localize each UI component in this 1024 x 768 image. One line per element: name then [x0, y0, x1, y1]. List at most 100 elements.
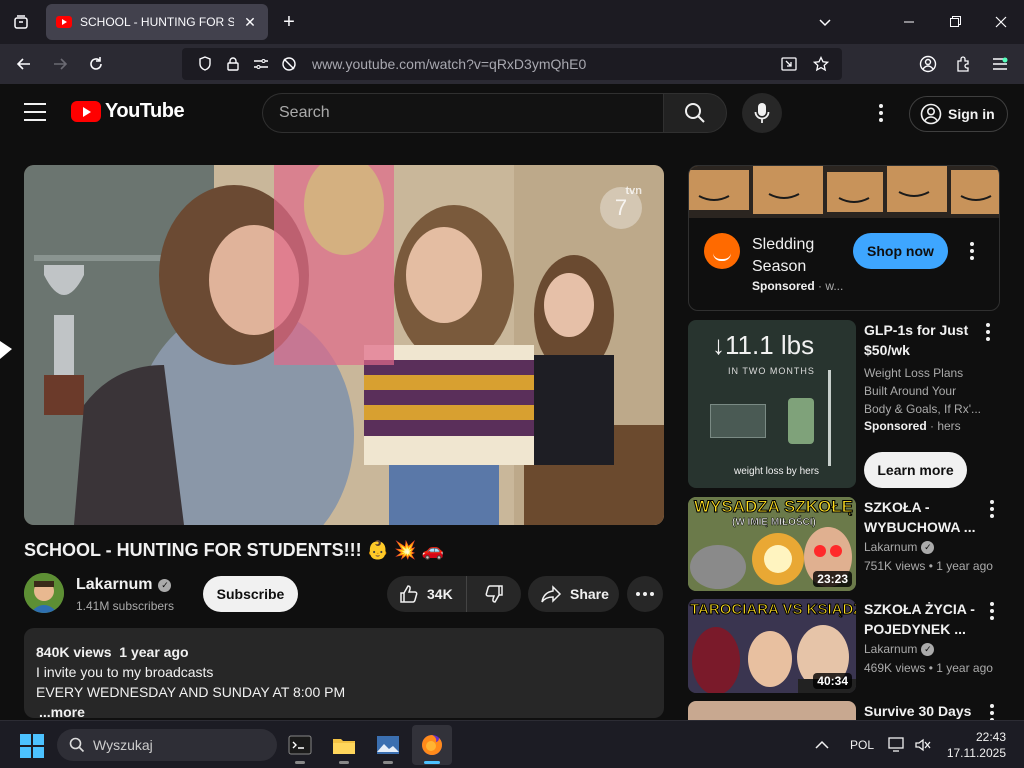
rec-title[interactable]: SZKOŁA ŻYCIA - POJEDYNEK ...	[864, 599, 982, 639]
like-dislike-group: 34K	[387, 576, 521, 612]
channel-name[interactable]: Lakarnum ✓	[76, 576, 172, 594]
like-count: 34K	[427, 586, 453, 602]
hers-ad-thumbnail: ↓11.1 lbs IN TWO MONTHS weight loss by h…	[688, 320, 856, 488]
hamburger-menu-icon[interactable]	[24, 103, 46, 121]
dislike-button[interactable]	[467, 584, 521, 604]
video-thumbnail: TAROCIARA VS KSIĄDZ 40:34	[688, 599, 856, 693]
rec-sponsored-label: Sponsored	[864, 419, 927, 433]
autoplay-blocked-icon[interactable]	[276, 54, 302, 74]
sign-in-button[interactable]: Sign in	[909, 96, 1008, 132]
back-arrow-icon[interactable]	[9, 49, 39, 79]
browser-nav-bar: www.youtube.com/watch?v=qRxD3ymQhE0	[0, 44, 1024, 84]
forward-arrow-icon[interactable]	[45, 49, 75, 79]
bookmark-star-icon[interactable]	[808, 54, 834, 74]
search-field[interactable]	[262, 93, 664, 133]
video-player[interactable]: 7 tvn	[24, 165, 664, 525]
verified-check-icon: ✓	[158, 578, 172, 592]
rec-title[interactable]: GLP-1s for Just $50/wk	[864, 320, 982, 360]
video-duration: 40:34	[813, 673, 852, 689]
close-window-icon[interactable]	[986, 7, 1016, 37]
search-button[interactable]	[663, 93, 727, 133]
picture-in-picture-icon[interactable]	[776, 54, 802, 74]
rec-meta: 469K views • 1 year ago	[864, 661, 993, 675]
voice-search-button[interactable]	[742, 93, 782, 133]
url-path: /watch?v=qRxD3ymQhE0	[425, 56, 587, 72]
mouse-cursor-icon	[0, 341, 12, 359]
channel-avatar[interactable]	[24, 573, 64, 613]
more-actions-button[interactable]	[627, 576, 663, 612]
image-app-icon[interactable]	[368, 725, 408, 765]
restore-window-icon[interactable]	[940, 7, 970, 37]
windows-start-icon[interactable]	[20, 734, 44, 758]
reload-icon[interactable]	[81, 49, 111, 79]
learn-more-button[interactable]: Learn more	[864, 452, 967, 488]
network-icon[interactable]	[888, 721, 906, 768]
microphone-icon	[754, 103, 770, 123]
rec-channel[interactable]: Lakarnum ✓	[864, 540, 935, 554]
video-duration: 23:23	[813, 571, 852, 587]
minimize-window-icon[interactable]	[894, 7, 924, 37]
rec-more-icon[interactable]	[982, 497, 1002, 521]
thumb-overlay-text: WYSADZA SZKOŁĘ	[694, 497, 854, 517]
share-button[interactable]: Share	[528, 576, 619, 612]
rec-more-icon[interactable]	[978, 320, 998, 344]
search-input[interactable]	[279, 104, 664, 122]
like-button[interactable]: 34K	[387, 576, 467, 612]
sponsored-video-item[interactable]: ↓11.1 lbs IN TWO MONTHS weight loss by h…	[688, 320, 1000, 490]
browser-tab-active[interactable]: SCHOOL - HUNTING FOR STUDENTS!!! ✕	[46, 4, 268, 40]
terminal-app-icon[interactable]	[280, 725, 320, 765]
file-explorer-icon[interactable]	[324, 725, 364, 765]
lock-icon[interactable]	[220, 54, 246, 74]
rec-more-icon[interactable]	[982, 599, 1002, 623]
settings-more-icon[interactable]	[871, 101, 891, 125]
rec-title[interactable]: SZKOŁA - WYBUCHOWA ...	[864, 497, 982, 537]
tab-close-icon[interactable]: ✕	[242, 14, 258, 31]
subscribe-button[interactable]: Subscribe	[203, 576, 298, 612]
permissions-icon[interactable]	[248, 54, 274, 74]
video-frame	[24, 165, 664, 525]
tab-list-icon[interactable]	[6, 7, 36, 37]
shop-now-button[interactable]: Shop now	[853, 233, 948, 269]
thumb-brand-text: weight loss by hers	[734, 466, 820, 477]
thumb-overlay-subtext: (W IMIĘ MIŁOŚCI)	[732, 517, 816, 529]
ad-more-icon[interactable]	[962, 239, 982, 263]
thumb-card	[710, 404, 766, 438]
search-icon	[685, 103, 705, 123]
show-more-link[interactable]: ...more	[36, 702, 652, 722]
recommended-video-item[interactable]: Survive 30 Days	[688, 701, 1000, 720]
rec-more-icon[interactable]	[982, 701, 1000, 720]
recommended-video-item[interactable]: TAROCIARA VS KSIĄDZ 40:34 SZKOŁA ŻYCIA -…	[688, 599, 1000, 693]
clock-time: 22:43	[975, 730, 1006, 744]
address-bar[interactable]: www.youtube.com/watch?v=qRxD3ymQhE0	[182, 48, 842, 80]
upload-date: 1 year ago	[119, 644, 189, 660]
recommended-video-item[interactable]: WYSADZA SZKOŁĘ (W IMIĘ MIŁOŚCI) 23:23 SZ…	[688, 497, 1000, 591]
video-thumbnail	[688, 701, 856, 720]
menu-icon[interactable]	[985, 49, 1015, 79]
taskbar-clock[interactable]: 22:43 17.11.2025	[946, 729, 1006, 761]
description-line-1: I invite you to my broadcasts	[36, 664, 214, 680]
ad-banner-image	[689, 166, 999, 218]
shield-icon[interactable]	[192, 54, 218, 74]
rec-title[interactable]: Survive 30 Days	[864, 701, 982, 720]
chevron-down-icon[interactable]	[810, 7, 840, 37]
new-tab-button[interactable]: +	[274, 7, 304, 37]
volume-muted-icon[interactable]	[914, 721, 932, 768]
rec-sponsor-name: · hers	[926, 419, 961, 433]
description-box[interactable]: 840K views 1 year ago I invite you to my…	[24, 628, 664, 720]
tray-overflow-chevron-icon[interactable]	[815, 721, 829, 768]
rec-channel[interactable]: Lakarnum ✓	[864, 642, 935, 656]
account-icon[interactable]	[913, 49, 943, 79]
view-count: 840K views	[36, 644, 112, 660]
youtube-play-icon	[71, 101, 101, 122]
extensions-icon[interactable]	[949, 49, 979, 79]
url-text[interactable]: www.youtube.com/watch?v=qRxD3ymQhE0	[312, 56, 586, 72]
rec-channel-name: Lakarnum	[864, 540, 918, 554]
firefox-app-icon[interactable]	[412, 725, 452, 765]
thumbs-up-icon	[400, 585, 418, 603]
video-thumbnail: WYSADZA SZKOŁĘ (W IMIĘ MIŁOŚCI) 23:23	[688, 497, 856, 591]
taskbar-search[interactable]: Wyszukaj	[57, 729, 277, 761]
verified-check-icon: ✓	[921, 540, 935, 554]
youtube-logo[interactable]: YouTube	[71, 100, 185, 123]
language-indicator[interactable]: POL	[850, 721, 874, 768]
search-icon	[69, 737, 85, 753]
